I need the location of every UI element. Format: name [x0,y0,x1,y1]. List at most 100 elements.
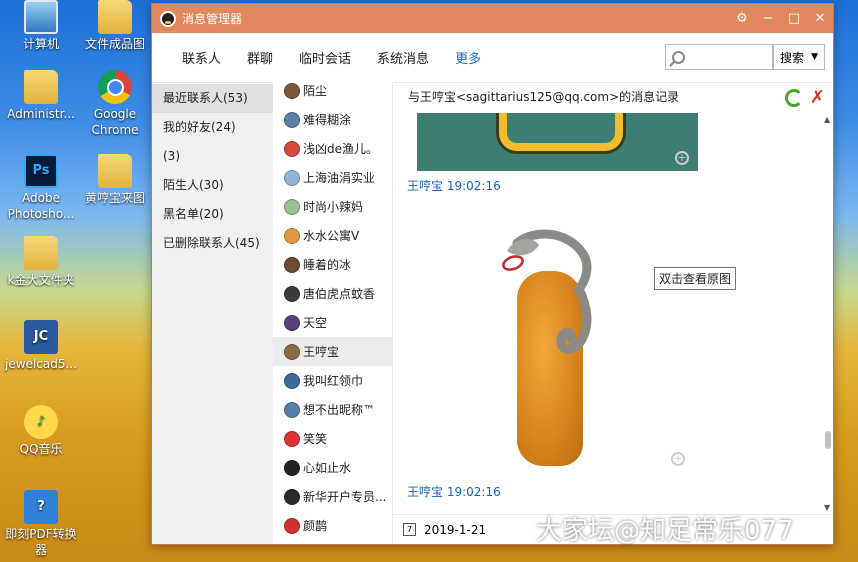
contact-name: 想不出昵称™ [303,403,376,417]
contact-item[interactable]: 浅凶de渔儿。 [273,134,392,163]
avatar [284,314,300,331]
zoom-icon[interactable]: + [671,452,685,466]
skin-button[interactable]: ⚙ [729,6,755,32]
title-bar[interactable]: 消息管理器 ⚙ − □ ✕ [152,4,833,33]
avatar [284,488,300,505]
desktop-icon-chrome[interactable]: Google Chrome [76,70,154,138]
contact-name: 天空 [303,316,328,330]
close-button[interactable]: ✕ [807,6,833,32]
tab-temp-session[interactable]: 临时会话 [299,48,351,67]
contact-item[interactable]: 天空 [273,308,392,337]
desktop-icon-photoshop[interactable]: Ps Adobe Photosho... [2,154,80,222]
contact-item[interactable]: 笑笑 [273,424,392,453]
avatar [284,256,300,273]
tab-more[interactable]: 更多 [455,48,481,67]
delete-icon[interactable]: ✗ [810,85,825,111]
chevron-down-icon: ▼ [811,52,818,62]
refresh-icon[interactable] [785,89,803,107]
contact-item[interactable]: 我叫红领巾 [273,366,392,395]
tab-group-chat[interactable]: 群聊 [247,48,273,67]
desktop-icon-pdf-converter[interactable]: ? 即刻PDF转换器 [2,490,80,558]
contact-name: 浅凶de渔儿。 [303,142,379,156]
avatar [284,198,300,215]
scroll-down-icon[interactable]: ▼ [824,503,830,512]
search-button[interactable]: 搜索 ▼ [773,44,825,70]
desktop-icon-label: Adobe Photosho... [7,191,75,221]
avatar [284,111,300,128]
calendar-icon[interactable]: 7 [403,523,416,536]
desktop-icon-folder-k-gold[interactable]: k金大文件夹 [2,236,80,288]
desktop-icon-label: 即刻PDF转换器 [5,527,77,557]
message-image[interactable]: + [417,113,698,171]
contact-item[interactable]: 难得糊涂 [273,105,392,134]
contact-item-selected[interactable]: 王哼宝 [273,337,392,366]
tab-system-messages[interactable]: 系统消息 [377,48,429,67]
chameleon-figure [502,229,592,354]
pdf-converter-icon: ? [24,490,58,524]
search-input[interactable] [689,50,769,64]
computer-icon [24,0,58,34]
desktop-icon-folder-products[interactable]: 文件成品图 [76,0,154,52]
scroll-up-icon[interactable]: ▲ [824,115,830,124]
desktop-icon-label: 计算机 [22,37,59,51]
avatar [284,401,300,418]
folder-icon [98,0,132,34]
contact-name: 笑笑 [303,432,328,446]
contact-name: 心如止水 [303,461,352,475]
contact-item[interactable]: 颜鹊 [273,511,392,540]
contact-item[interactable]: 陌尘 [273,76,392,105]
sidebar-item-strangers[interactable]: 陌生人(30) [152,171,273,200]
desktop-icon-label: k金大文件夹 [7,273,75,287]
scroll-thumb[interactable] [825,431,831,449]
maximize-button[interactable]: □ [781,6,807,32]
avatar [284,227,300,244]
message-area[interactable]: + 王哼宝 19:02:16 + 双击查看原图 王哼宝 19:02:16 [393,113,823,514]
contact-item[interactable]: 唐伯虎点蚊香 [273,279,392,308]
search-box[interactable] [665,44,773,70]
contact-item[interactable]: 想不出昵称™ [273,395,392,424]
avatar [284,285,300,302]
desktop-icon-computer[interactable]: 计算机 [2,0,80,52]
message-manager-window: 消息管理器 ⚙ − □ ✕ 联系人 群聊 临时会话 系统消息 更多 搜索 ▼ 最… [151,3,834,545]
desktop-icon-qqmusic[interactable]: ♪ QQ音乐 [2,405,80,457]
desktop-icon-label: Google Chrome [91,107,139,137]
minimize-button[interactable]: − [755,6,781,32]
contact-name: 睡着的冰 [303,258,352,272]
desktop-icon-folder-images[interactable]: 黄哼宝来图 [76,154,154,206]
tab-contacts[interactable]: 联系人 [182,48,221,67]
contact-item[interactable]: 新华开户专员... [273,482,392,511]
sidebar-item-recent[interactable]: 最近联系人(53) [152,84,273,113]
sidebar-item-deleted[interactable]: 已删除联系人(45) [152,229,273,258]
contact-item[interactable]: 睡着的冰 [273,250,392,279]
avatar [284,140,300,157]
contact-list: 陌尘 难得糊涂 浅凶de渔儿。 上海油涓实业 时尚小辣妈 水水公寓V 睡着的冰 … [273,76,392,544]
sidebar-item-friends[interactable]: 我的好友(24) [152,113,273,142]
user-folder-icon [24,70,58,104]
message-time: 19:02:16 [446,485,501,499]
message-photo[interactable]: + [417,191,698,476]
contact-item[interactable]: 水水公寓V [273,221,392,250]
record-date: 2019-1-21 [424,522,487,537]
record-title: 与王哼宝<sagittarius125@qq.com>的消息记录 [408,90,680,104]
contact-name: 唐伯虎点蚊香 [303,287,376,301]
zoom-icon[interactable]: + [675,151,689,165]
contact-name: 难得糊涂 [303,113,352,127]
search-button-label: 搜索 [780,50,805,65]
contact-item[interactable]: 心如止水 [273,453,392,482]
avatar [284,459,300,476]
desktop-icon-jewelcad[interactable]: JC jewelcad5... [2,320,80,372]
message-record-panel: 与王哼宝<sagittarius125@qq.com>的消息记录 ✗ + 王哼宝… [392,84,833,544]
sidebar-item-blacklist[interactable]: 黑名单(20) [152,200,273,229]
desktop-icon-label: Administr... [7,107,75,121]
search-icon [672,50,685,64]
vertical-scrollbar[interactable]: ▲ ▼ [823,113,833,514]
watermark-text: 大家坛@知足常乐077 [536,516,794,546]
contact-item[interactable]: 时尚小辣妈 [273,192,392,221]
contact-item[interactable]: 上海油涓实业 [273,163,392,192]
toolbar: 联系人 群聊 临时会话 系统消息 更多 搜索 ▼ [152,33,833,83]
desktop-icon-administrator[interactable]: Administr... [2,70,80,122]
sidebar-item-unnamed[interactable]: (3) [152,142,273,171]
contact-name: 陌尘 [303,84,328,98]
avatar [284,82,300,99]
record-header: 与王哼宝<sagittarius125@qq.com>的消息记录 ✗ [393,84,833,113]
